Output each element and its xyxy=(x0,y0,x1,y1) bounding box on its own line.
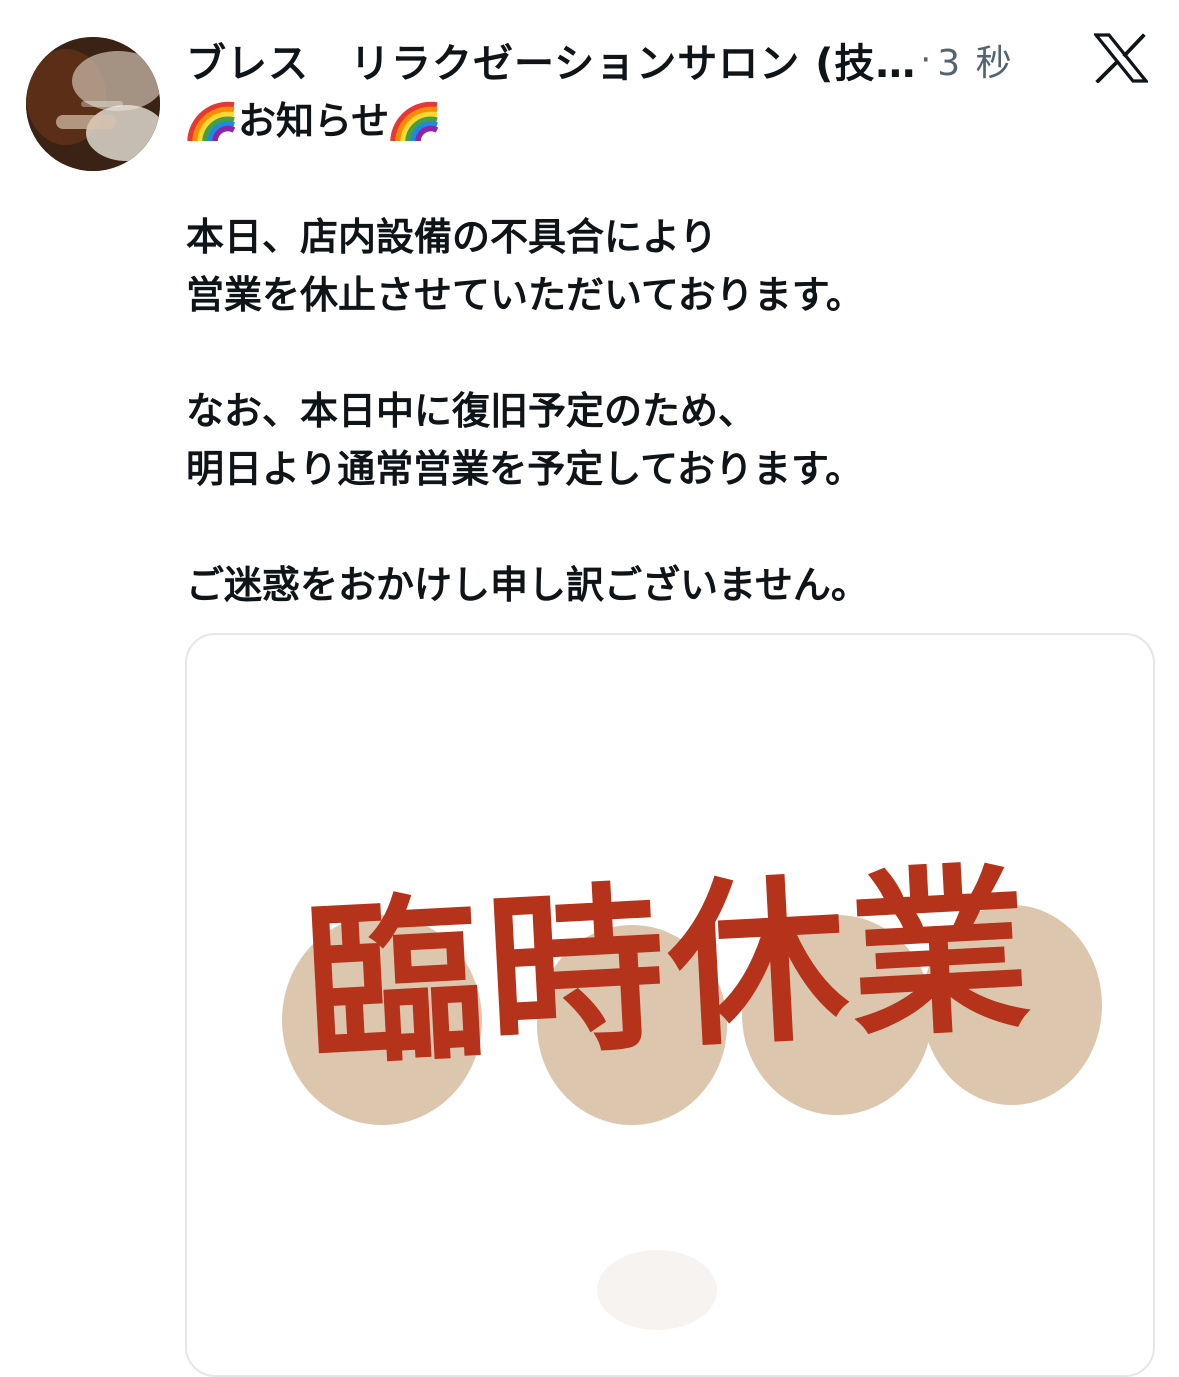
rainbow-emoji-icon xyxy=(186,99,238,143)
tweet-line: 明日より通常営業を予定しております。 xyxy=(186,447,864,491)
heading-text: お知らせ xyxy=(238,99,390,143)
blob-faint xyxy=(597,1250,717,1330)
tweet-line: ご迷惑をおかけし申し訳ございません。 xyxy=(186,563,869,607)
media-image: 臨時休業 xyxy=(282,846,1102,1330)
tweet-line: なお、本日中に復旧予定のため、 xyxy=(186,389,757,433)
display-name[interactable]: ブレス リラクゼーションサロン (技… xyxy=(186,31,916,89)
tweet-header: ブレス リラクゼーションサロン (技… · 3 秒 xyxy=(186,30,1014,90)
tweet-text: お知らせ 本日、店内設備の不具合により 営業を休止させていただいております。 な… xyxy=(186,92,1146,614)
header-separator: · xyxy=(920,40,932,80)
tweet-heading: お知らせ xyxy=(186,92,1146,150)
post-time[interactable]: 3 秒 xyxy=(937,34,1013,86)
avatar[interactable] xyxy=(26,37,160,171)
tweet-line: 本日、店内設備の不具合により xyxy=(186,215,718,259)
x-logo-icon[interactable] xyxy=(1092,33,1150,84)
rainbow-emoji-icon xyxy=(389,99,441,143)
tweet-line: 営業を休止させていただいております。 xyxy=(186,273,864,317)
media-card[interactable]: 臨時休業 xyxy=(185,633,1155,1377)
media-text: 臨時休業 xyxy=(300,846,1038,1091)
